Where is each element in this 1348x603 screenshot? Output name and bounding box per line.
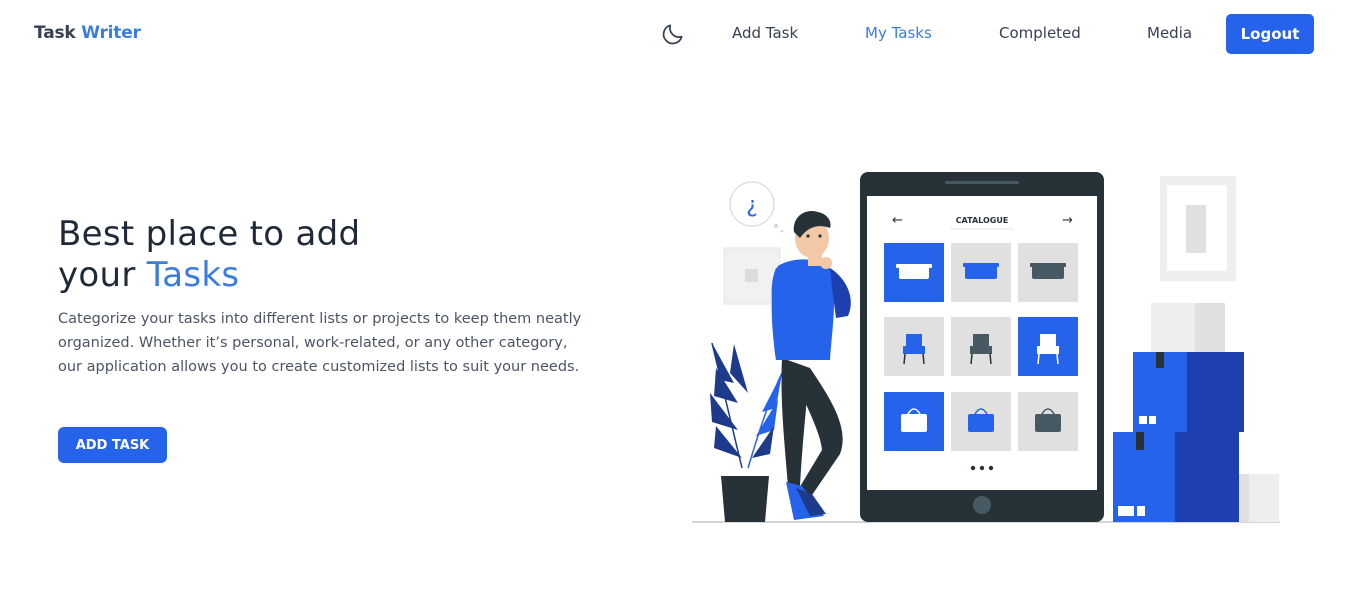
moon-icon[interactable] — [660, 21, 686, 47]
brand-name-part1: Task — [34, 23, 76, 43]
hero-description: Categorize your tasks into different lis… — [58, 311, 582, 375]
plant-decoration — [710, 342, 783, 522]
phone-mockup: ← → CATALOGUE — [860, 172, 1104, 522]
nav-link-add-task[interactable]: Add Task — [732, 24, 798, 42]
hero-title-line1: Best place to add — [58, 214, 361, 254]
boxes-decoration — [1113, 303, 1279, 522]
svg-text:←: ← — [892, 213, 903, 228]
hero-title-accent: Tasks — [146, 255, 240, 295]
catalogue-title: CATALOGUE — [956, 216, 1009, 225]
nav-link-my-tasks[interactable]: My Tasks — [865, 24, 932, 42]
navbar: Task Writer Add Task My Tasks Completed … — [0, 0, 1348, 68]
svg-text:→: → — [1062, 213, 1073, 228]
logout-button[interactable]: Logout — [1226, 14, 1314, 54]
person-illustration — [771, 210, 851, 520]
hero-illustration: ¿ ← → CATALOGUE — [692, 172, 1280, 523]
nav-link-media[interactable]: Media — [1147, 24, 1192, 42]
hero-title-prefix: your — [58, 255, 136, 295]
brand-logo[interactable]: Task Writer — [34, 23, 141, 43]
brand-name-part2: Writer — [81, 23, 141, 43]
hero-title: Best place to add your Tasks — [58, 214, 360, 296]
add-task-button[interactable]: ADD TASK — [58, 427, 167, 463]
nav-link-completed[interactable]: Completed — [999, 24, 1081, 42]
question-mark: ¿ — [746, 193, 758, 218]
